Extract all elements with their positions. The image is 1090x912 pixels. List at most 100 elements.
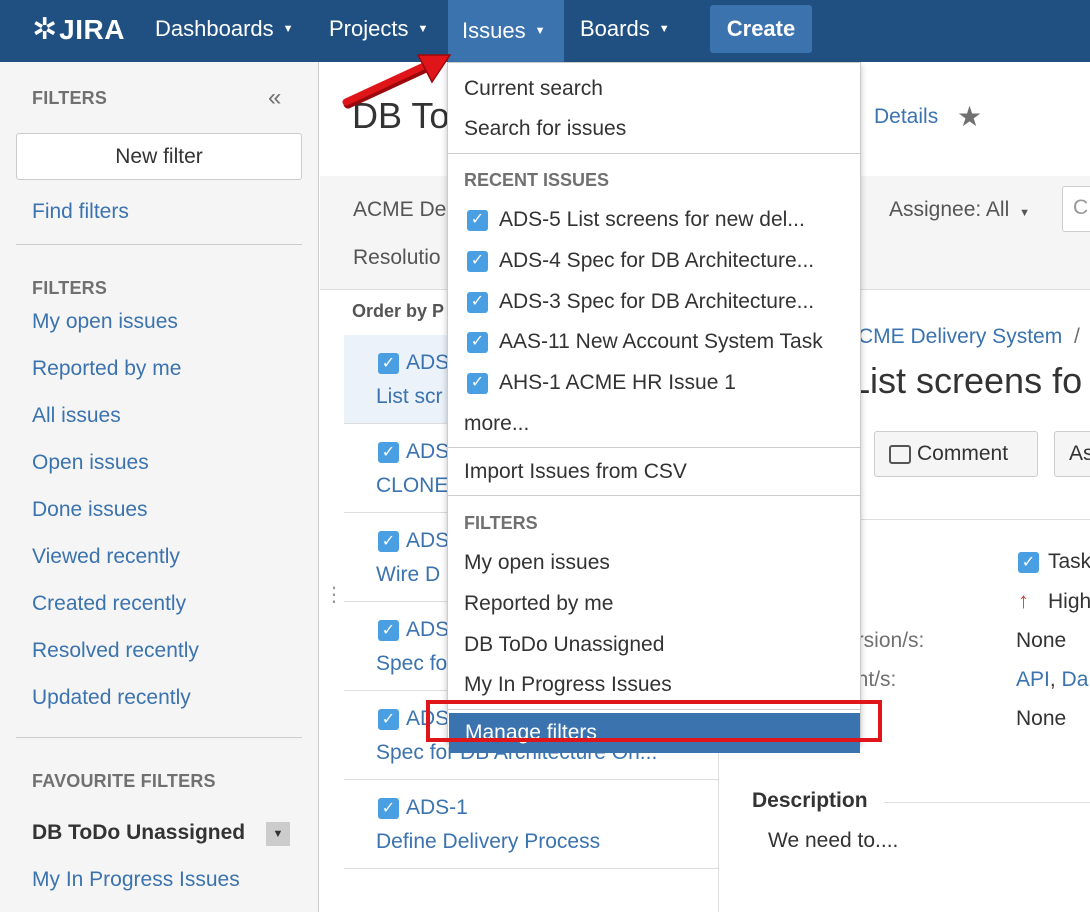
- menu-item-recent-issue[interactable]: ✓ ADS-4 Spec for DB Architecture...: [448, 241, 860, 281]
- labels-value: None: [1016, 707, 1067, 730]
- recent-issues-header: RECENT ISSUES: [464, 170, 610, 190]
- description-heading: Description: [752, 789, 868, 812]
- assignee-filter[interactable]: Assignee: All ▼: [889, 198, 1030, 222]
- assign-button[interactable]: As: [1054, 431, 1090, 477]
- description-text: We need to....: [768, 829, 899, 852]
- menu-item-recent-issue[interactable]: ✓ AHS-1 ACME HR Issue 1: [448, 363, 860, 403]
- task-type-icon: ✓: [1018, 552, 1039, 573]
- menu-separator: [448, 447, 860, 448]
- resize-handle-icon[interactable]: ⋮: [324, 582, 344, 607]
- sidebar-filter-done-issues[interactable]: Done issues: [32, 498, 148, 522]
- menu-separator: [448, 495, 860, 496]
- issue-key: ADS: [406, 351, 450, 374]
- issue-key: ADS: [406, 618, 450, 641]
- issue-title: List screens fo: [850, 360, 1083, 401]
- comment-button[interactable]: Comment: [874, 431, 1038, 477]
- annotation-highlight-box: [426, 700, 882, 742]
- task-type-icon: ✓: [467, 291, 488, 313]
- menu-item-current-search[interactable]: Current search: [448, 69, 860, 109]
- logo-text: JIRA: [59, 14, 125, 45]
- nav-boards-label: Boards: [580, 16, 650, 41]
- menu-item-recent-issue[interactable]: ✓ AAS-11 New Account System Task: [448, 322, 860, 362]
- sidebar-divider: [16, 737, 302, 738]
- sidebar-filter-viewed-recently[interactable]: Viewed recently: [32, 545, 180, 569]
- menu-item-filter-in-progress[interactable]: My In Progress Issues: [448, 665, 860, 705]
- nav-issues[interactable]: Issues ▼: [448, 0, 564, 62]
- sidebar-title: FILTERS: [32, 88, 108, 108]
- menu-item-filter-my-open-issues[interactable]: My open issues: [448, 543, 860, 583]
- favourite-filter-db-todo[interactable]: DB ToDo Unassigned: [32, 821, 245, 845]
- recent-issue-label: AAS-11 New Account System Task: [499, 330, 823, 353]
- nav-dashboards-label: Dashboards: [155, 16, 274, 41]
- sidebar-filter-resolved-recently[interactable]: Resolved recently: [32, 639, 199, 663]
- chevron-down-icon: ▼: [658, 23, 670, 35]
- component-link-da[interactable]: Da: [1062, 668, 1089, 691]
- nav-issues-label: Issues: [462, 18, 526, 43]
- component-separator: ,: [1049, 668, 1056, 691]
- menu-item-recent-issue[interactable]: ✓ ADS-3 Spec for DB Architecture...: [448, 282, 860, 322]
- project-breadcrumb-label: CME Delivery System: [858, 325, 1063, 348]
- issue-key: ADS-1: [406, 796, 468, 819]
- favourite-filters-header: FAVOURITE FILTERS: [32, 771, 216, 791]
- sidebar-filter-open-issues[interactable]: Open issues: [32, 451, 149, 475]
- issue-summary: Spec fo: [376, 652, 448, 675]
- sidebar-filter-all-issues[interactable]: All issues: [32, 404, 121, 428]
- components-value: API, Da: [1016, 668, 1088, 692]
- chevron-down-icon: ▼: [282, 23, 294, 35]
- description-divider: [884, 802, 1090, 803]
- task-type-icon: ✓: [378, 531, 399, 552]
- nav-boards[interactable]: Boards ▼: [566, 0, 684, 58]
- menu-item-more[interactable]: more...: [448, 404, 860, 444]
- task-type-icon: ✓: [467, 331, 488, 353]
- menu-item-recent-issue[interactable]: ✓ ADS-5 List screens for new del...: [448, 200, 860, 240]
- task-type-icon: ✓: [467, 372, 488, 394]
- chevron-down-icon: ▼: [417, 23, 429, 35]
- task-type-icon: ✓: [378, 442, 399, 463]
- menu-item-import-csv[interactable]: Import Issues from CSV: [448, 452, 860, 492]
- issue-type-value: Task: [1048, 550, 1090, 573]
- favourite-filter-in-progress[interactable]: My In Progress Issues: [32, 868, 240, 892]
- task-type-icon: ✓: [467, 209, 488, 231]
- order-by-label[interactable]: Order by P: [352, 301, 444, 322]
- details-link[interactable]: Details: [874, 105, 938, 129]
- sidebar-filter-created-recently[interactable]: Created recently: [32, 592, 186, 616]
- component-link-api[interactable]: API: [1016, 668, 1050, 691]
- find-filters-link[interactable]: Find filters: [32, 200, 129, 224]
- recent-issue-label: AHS-1 ACME HR Issue 1: [499, 371, 736, 394]
- jira-logo[interactable]: ✲ JIRA: [32, 12, 125, 48]
- chevron-down-icon: ▼: [534, 25, 546, 37]
- fix-version-value: None: [1016, 629, 1067, 652]
- nav-projects-label: Projects: [329, 16, 409, 41]
- annotation-arrow-icon: [342, 54, 452, 109]
- favourite-options-dropdown-icon[interactable]: ▼: [266, 822, 290, 846]
- task-type-icon: ✓: [378, 798, 399, 819]
- issue-summary: Wire D: [376, 563, 441, 586]
- list-item[interactable]: ✓ ADS-1 Define Delivery Process: [344, 780, 718, 869]
- project-filter[interactable]: ACME De: [353, 198, 446, 222]
- menu-item-filter-reported-by-me[interactable]: Reported by me: [448, 584, 860, 624]
- star-icon[interactable]: ★: [957, 100, 982, 133]
- filters-sidebar: FILTERS « New filter Find filters FILTER…: [0, 62, 319, 912]
- text-search-input[interactable]: C: [1062, 186, 1090, 232]
- recent-issue-label: ADS-4 Spec for DB Architecture...: [499, 249, 815, 272]
- priority-high-icon: ↑: [1018, 588, 1029, 613]
- collapse-sidebar-icon[interactable]: «: [268, 84, 281, 112]
- sidebar-filter-reported-by-me[interactable]: Reported by me: [32, 357, 181, 381]
- filters-menu-header: FILTERS: [464, 513, 538, 533]
- top-nav: ✲ JIRA Dashboards ▼ Projects ▼ Issues ▼ Boa…: [0, 0, 1090, 62]
- jira-window: ✲ JIRA Dashboards ▼ Projects ▼ Issues ▼ Boa…: [0, 0, 1090, 912]
- issue-key: ADS: [406, 529, 450, 552]
- menu-item-filter-db-todo[interactable]: DB ToDo Unassigned: [448, 625, 860, 665]
- task-type-icon: ✓: [378, 709, 399, 730]
- project-breadcrumb[interactable]: CME Delivery System /: [858, 325, 1080, 349]
- menu-item-search-for-issues[interactable]: Search for issues: [448, 109, 860, 149]
- sidebar-filter-my-open-issues[interactable]: My open issues: [32, 310, 178, 334]
- create-button[interactable]: Create: [710, 5, 812, 53]
- new-filter-button[interactable]: New filter: [16, 133, 302, 180]
- resolution-filter[interactable]: Resolutio: [353, 246, 441, 270]
- task-type-icon: ✓: [378, 620, 399, 641]
- nav-dashboards[interactable]: Dashboards ▼: [141, 0, 308, 58]
- sidebar-filter-updated-recently[interactable]: Updated recently: [32, 686, 191, 710]
- chevron-down-icon: ▼: [1019, 207, 1030, 219]
- menu-separator: [448, 153, 860, 154]
